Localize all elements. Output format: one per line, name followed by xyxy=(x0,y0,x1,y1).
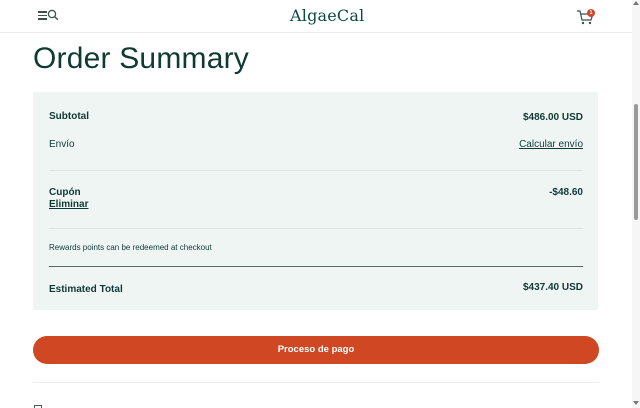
total-divider xyxy=(49,266,583,267)
scroll-up-arrow-icon[interactable] xyxy=(633,1,639,5)
estimated-total-label: Estimated Total xyxy=(49,284,123,295)
site-header: AlgaeCal 1 xyxy=(0,0,632,33)
calculate-shipping-link[interactable]: Calcular envío xyxy=(519,139,583,150)
estimated-total-value: $437.40 USD xyxy=(522,282,583,293)
rewards-note: Rewards points can be redeemed at checko… xyxy=(49,243,212,252)
cart-count-badge: 1 xyxy=(587,9,595,17)
subtotal-label: Subtotal xyxy=(49,111,89,122)
shipping-label: Envío xyxy=(49,139,75,150)
search-icon[interactable] xyxy=(47,9,59,21)
coupon-label: Cupón xyxy=(49,187,81,198)
coupon-discount-value: -$48.60 xyxy=(549,187,583,198)
order-summary-panel: Subtotal $486.00 USD Envío Calcular enví… xyxy=(33,92,598,310)
divider xyxy=(33,382,599,383)
divider xyxy=(49,170,583,171)
scroll-down-arrow-icon[interactable] xyxy=(633,401,639,405)
page-scrollbar[interactable] xyxy=(632,0,640,408)
subtotal-value: $486.00 USD xyxy=(522,112,583,123)
divider xyxy=(49,228,583,229)
checkout-button[interactable]: Proceso de pago xyxy=(33,336,599,364)
logo[interactable]: AlgaeCal xyxy=(290,6,364,25)
remove-coupon-link[interactable]: Eliminar xyxy=(49,199,88,210)
scrollbar-thumb[interactable] xyxy=(634,104,638,220)
page-title: Order Summary xyxy=(33,42,249,75)
